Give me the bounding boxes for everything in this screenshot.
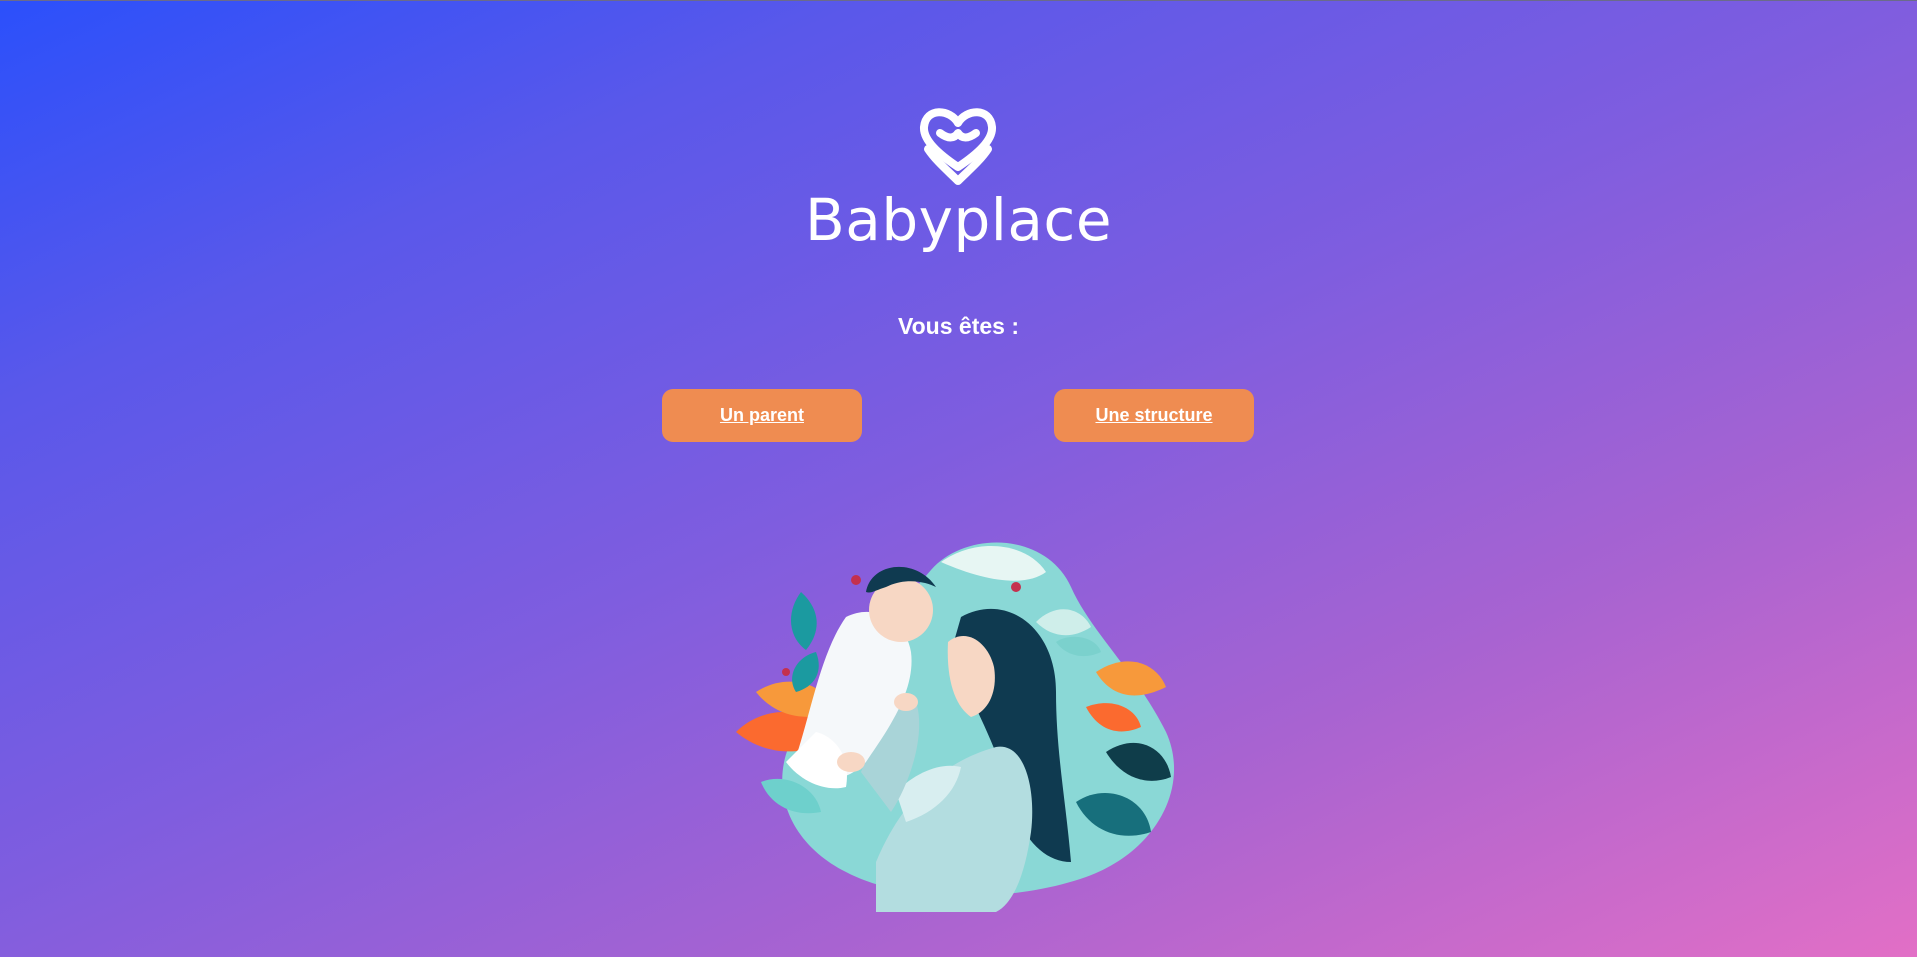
mother-and-baby-illustration: [736, 542, 1175, 912]
window-top-border: [0, 0, 1917, 1]
parent-button[interactable]: Un parent: [662, 389, 862, 442]
structure-button[interactable]: Une structure: [1054, 389, 1254, 442]
role-question: Vous êtes :: [898, 313, 1019, 339]
brand-name: Babyplace: [804, 186, 1113, 254]
heart-logo-icon: [920, 108, 996, 185]
